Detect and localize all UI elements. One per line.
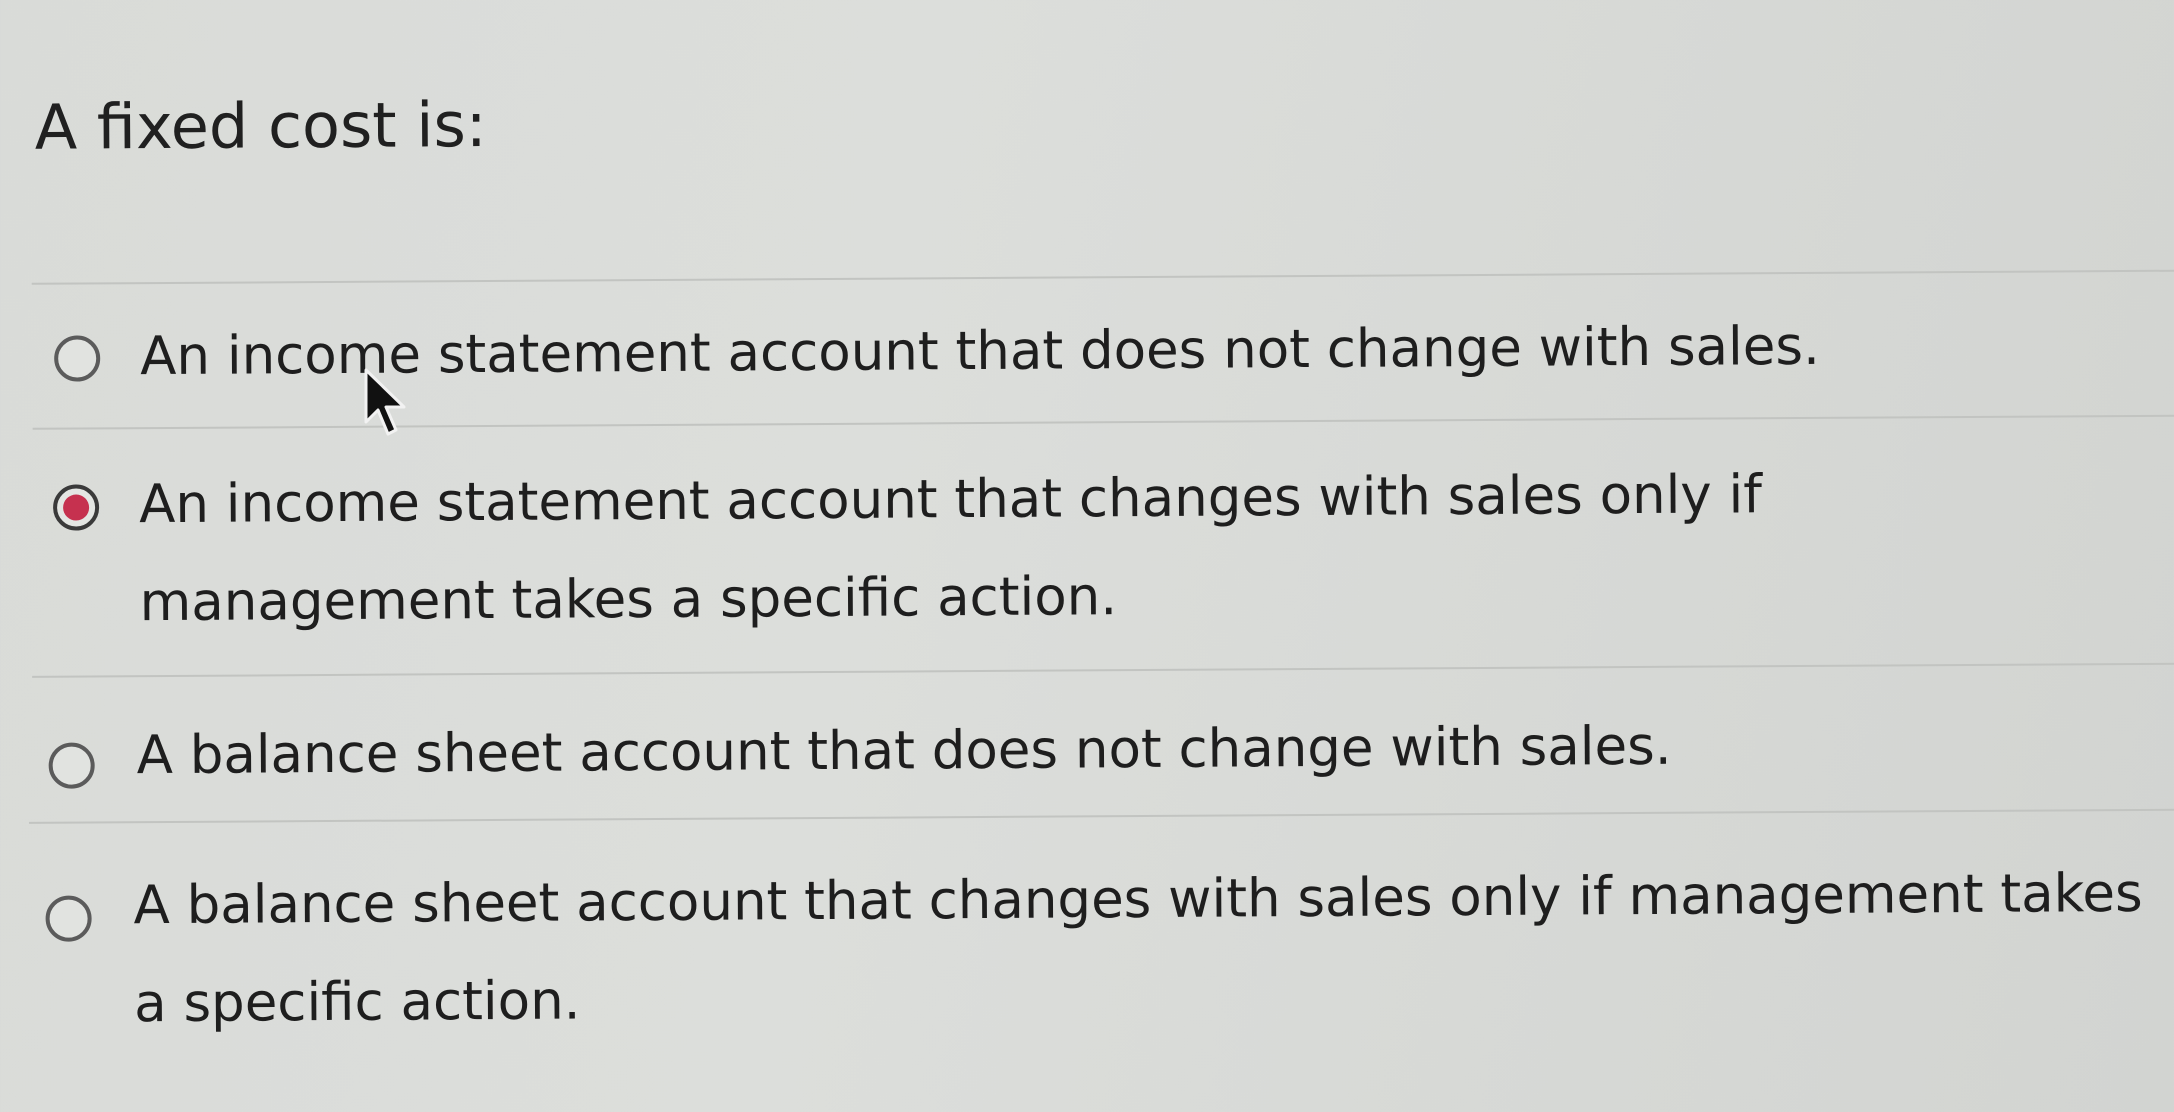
radio-selected-dot (63, 494, 90, 521)
answer-option-label: An income statement account that changes… (138, 464, 1763, 634)
answer-option-4[interactable]: A balance sheet account that changes wit… (5, 837, 2174, 1090)
radio-button-unselected[interactable] (54, 335, 101, 382)
answer-option-3[interactable]: A balance sheet account that does not ch… (4, 687, 2174, 810)
answer-option-label: An income statement account that does no… (139, 315, 1821, 388)
answer-option-1[interactable]: An income statement account that does no… (2, 287, 2174, 420)
quiz-screen: A fixed cost is: An income statement acc… (0, 0, 2174, 1112)
answer-option-label: A balance sheet account that does not ch… (136, 715, 1672, 787)
radio-button-unselected[interactable] (45, 895, 92, 942)
divider (31, 269, 2174, 285)
divider (29, 808, 2174, 824)
answer-option-2[interactable]: An income statement account that changes… (3, 432, 2174, 670)
answer-option-label: A balance sheet account that changes wit… (133, 862, 2143, 1035)
radio-button-unselected[interactable] (48, 742, 95, 789)
radio-button-selected[interactable] (52, 484, 100, 531)
question-text: A fixed cost is: (34, 88, 487, 164)
